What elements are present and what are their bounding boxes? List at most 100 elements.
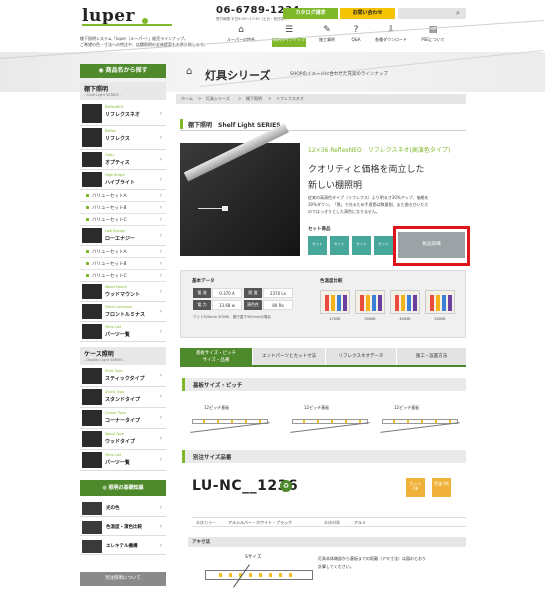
thumbnail [82,540,102,553]
chevron-right-icon: › [159,307,162,315]
chevron-right-icon: › [159,248,162,255]
breadcrumb-current: リフレクスネオ [276,96,304,101]
sidebar-basic-color-temp[interactable]: 色温度・演色比較 › [80,519,166,536]
spec-value: 2370 Lx [263,288,293,298]
sidebar-heading: ◉ 商品名から探す [80,64,166,78]
set-product-button[interactable]: セット [308,236,327,255]
nav-download[interactable]: ⇩各種ダウンロード [372,24,410,43]
chevron-right-icon: › [159,287,162,295]
sidebar-category-case[interactable]: ケース照明 - Display Light SERIES - [80,347,166,365]
product-thumbnail [82,452,102,468]
tab-size-pitch[interactable]: 基板サイズ・ピッチ サイズ・品番 [180,348,252,365]
sidebar-category-shelf[interactable]: 棚下照明 - Shelf Light SERIES - [80,82,166,100]
list-icon: ☰ [284,25,294,35]
set-products-label: セット商品 [308,227,331,232]
sidebar-subitem[interactable]: バリューセットB › [80,258,166,270]
tab-reflexneo-data[interactable]: リフレクスネオデータ [326,348,396,365]
color-temp-label: 色温度比較 [320,279,343,284]
product-thumbnail [82,152,102,167]
product-thumbnail [82,104,102,123]
sidebar-item-corner[interactable]: Corner Type コーナータイプ › [80,408,166,429]
breadcrumb-series[interactable]: 灯具シリーズ [206,96,230,102]
chevron-right-icon: › [159,204,162,211]
color-sample [425,290,455,314]
contact-button[interactable]: お問い合わせ [340,8,395,19]
product-thumbnail [82,304,102,319]
chevron-right-icon: › [159,231,162,239]
search-icon[interactable]: ⌕ [456,9,460,18]
sidebar-item-reflexneo[interactable]: ReflexNEO リフレクスネオ › [80,102,166,126]
logo[interactable]: luper [82,6,135,26]
spec-value: 0.370 A [212,288,242,298]
chevron-right-icon: › [159,216,162,223]
aka-note: 計算してください。 [318,564,354,569]
set-product-button[interactable]: セット [374,236,393,255]
product-name: 12×36 ReflexNEO リフレクスネオ(高演色タイプ) [308,147,451,154]
sidebar-item-stand[interactable]: Stand Type スタンドタイプ › [80,387,166,408]
sidebar-item-highbright[interactable]: High Bright ハイブライト › [80,170,166,190]
product-thumbnail [82,389,102,405]
chevron-right-icon: › [159,504,162,511]
nav-lineup[interactable]: ☰ 照明ラインナップ [270,24,308,43]
sidebar-item-reflex[interactable]: Reflex リフレクス › [80,126,166,150]
breadcrumb-shelf[interactable]: 棚下照明 [246,96,262,102]
sidebar-subitem[interactable]: バリューセットC › [80,270,166,282]
product-thumbnail [82,228,102,243]
color-temp-value: 4000K [399,317,411,321]
sidebar-item-woodmount[interactable]: Wood Mount ウッドマウント › [80,282,166,302]
sidebar-item-stick[interactable]: Stick Type スティックタイプ › [80,366,166,387]
chevron-right-icon: › [159,155,162,163]
sidebar-subitem[interactable]: バリューセットB › [80,202,166,214]
product-thumbnail [82,431,102,447]
body-spec-row: 本体カラー アルシルバー・ホワイト・ブラック 本体材質 アルミ [192,517,466,527]
sidebar-custom-lighting[interactable]: 別注照明について [80,572,166,586]
sidebar-item-case-parts[interactable]: Parts List パーツ一覧 › [80,450,166,471]
sidebar-subitem[interactable]: バリューセットC › [80,214,166,226]
sidebar-basic-light-color[interactable]: 光の色 › [80,500,166,517]
chevron-right-icon: › [159,523,162,530]
aka-heading: アキ寸法 [188,537,466,547]
thumbnail [82,502,102,515]
set-product-button[interactable]: セット [330,236,349,255]
sidebar-item-optic[interactable]: Optic オプティス › [80,150,166,170]
color-temp-value: 3000K [364,317,376,321]
tab-end-parts[interactable]: エンドパーツとカット寸法 [253,348,325,365]
chevron-right-icon: › [159,133,162,141]
sidebar-item-frontluminous[interactable]: Front Luminous フロントルミナス › [80,302,166,322]
sidebar-subitem[interactable]: バリューセットA › [80,190,166,202]
spec-key: 電 流 [193,288,211,298]
color-sample [320,290,350,314]
sidebar-item-lowenergy[interactable]: Low Energy ローエナジー › [80,226,166,246]
sidebar-item-parts[interactable]: Parts List パーツ一覧 › [80,322,166,342]
tab-underline [180,365,466,367]
color-temp-value: 2700K [329,317,341,321]
sidebar-subitem[interactable]: バリューセットA › [80,246,166,258]
chevron-right-icon: › [159,272,162,279]
tab-installation[interactable]: 施工・設置方法 [397,348,466,365]
set-product-button[interactable]: セット [352,236,371,255]
catalog-request-button[interactable]: カタログ請求 [283,8,338,19]
color-temp-value: 5000K [434,317,446,321]
chevron-right-icon: › [159,435,162,442]
product-plug [222,206,228,211]
color-ok-badge: 色温 OK [432,478,451,497]
home-icon: ⌂ [238,25,244,35]
product-cord [198,208,224,209]
cut-ok-badge: カット OK [406,478,425,497]
chevron-right-icon: › [159,414,162,421]
product-thumbnail [82,368,102,384]
chevron-right-icon: › [159,260,162,267]
business-hours: 受付時間 平日9:00〜17:30（土日・祝日除く） [216,17,292,21]
pitch-diagram: 12ピッチ基板 [290,405,370,433]
sidebar-basic-mechanism[interactable]: エレキテル機構 › [80,538,166,555]
subsection-heading: 別注サイズ品番 [182,450,466,463]
chevron-right-icon: › [159,327,162,335]
product-catchcopy: クオリティと価格を両立した [308,165,425,175]
spec-key: 電 力 [193,300,211,310]
sidebar-item-wood[interactable]: Wood Type ウッドタイプ › [80,429,166,450]
chevron-right-icon: › [159,372,162,379]
spec-value: 13.68 w [212,300,242,310]
chevron-right-icon: › [159,175,162,183]
breadcrumb-home[interactable]: ホーム [181,96,193,102]
spec-key: 照 度 [244,288,262,298]
